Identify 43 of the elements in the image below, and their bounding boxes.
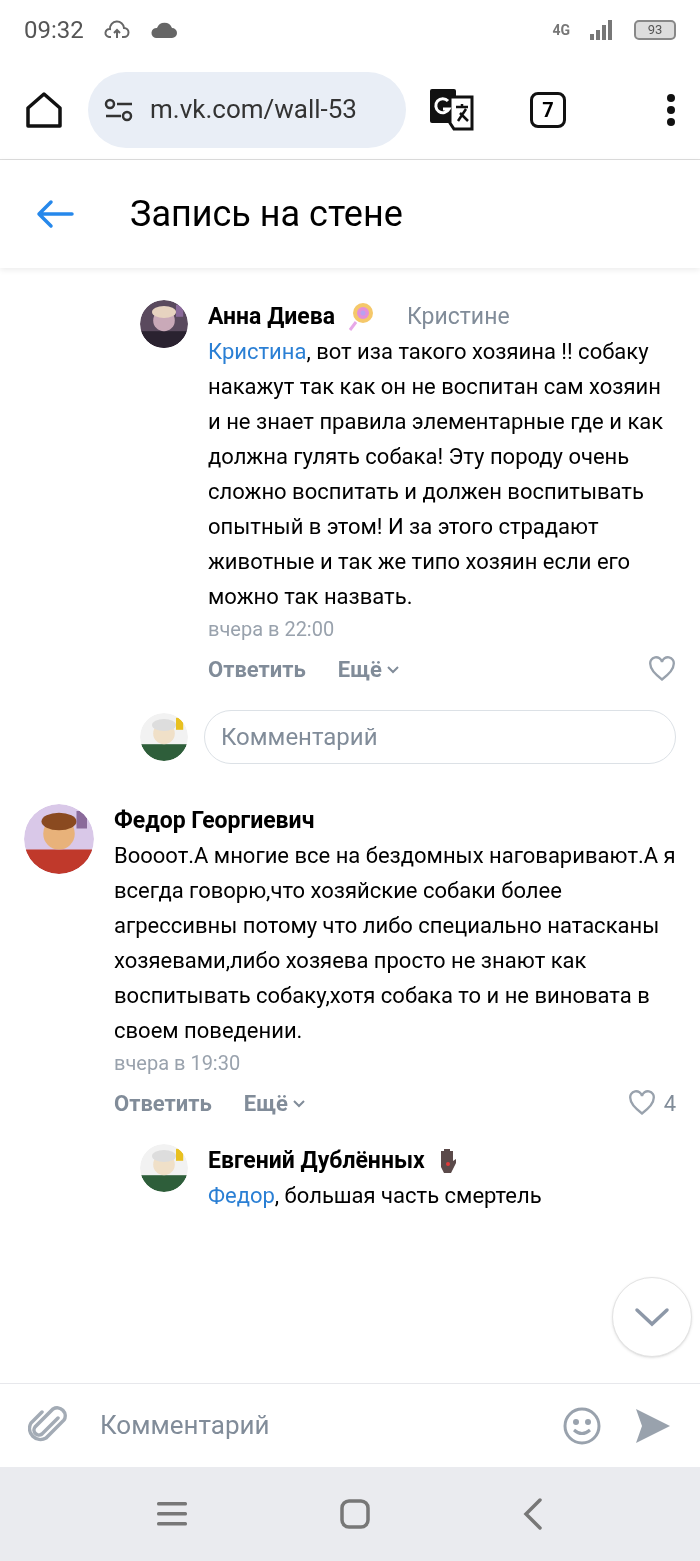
comment-time: вчера в 19:30: [114, 1050, 242, 1077]
tab-counter[interactable]: 7: [530, 91, 566, 128]
network-label: 4G: [552, 20, 570, 40]
author-name[interactable]: Евгений Дублённых: [208, 1143, 425, 1179]
comment-text: Федор, большая часть смертель: [208, 1182, 543, 1210]
url-text: m.vk.com/wall-53: [150, 93, 357, 126]
reply-link[interactable]: Ответить: [114, 1086, 212, 1120]
clock: 09:32: [24, 15, 84, 46]
caret-icon: [385, 664, 400, 674]
author-name[interactable]: Анна Диева: [208, 299, 336, 335]
cloud-icon: [149, 21, 178, 39]
comment-field[interactable]: Комментарий: [100, 1406, 530, 1445]
site-settings-icon: [104, 96, 134, 123]
translate-icon[interactable]: [430, 88, 474, 131]
comment-text: Кристина, вот иза такого хозяина !! собаку накажут так как он не воспитан сам хозяин и не знает правила элементарные где и как должна гулять собака! Эту породу очень сложно воспитать и должен воспитывать опытный в этом! И за этого страдают животные и так же типо хозяин если его можно так назвать.: [208, 338, 665, 611]
lollipop-icon: [347, 302, 376, 332]
signal-icon: [590, 20, 614, 40]
author-name[interactable]: Федор Георгиевич: [114, 803, 315, 839]
mention-link[interactable]: Кристина: [208, 339, 307, 364]
cloud-upload-icon: [103, 20, 130, 40]
back-icon[interactable]: [523, 1498, 544, 1530]
more-menu[interactable]: Ещё: [243, 1086, 306, 1120]
back-arrow-icon[interactable]: [36, 199, 74, 229]
comment-time: вчера в 22:00: [208, 616, 336, 643]
reply-link[interactable]: Ответить: [208, 652, 306, 686]
like-count: 4: [663, 1089, 676, 1118]
home-button-icon[interactable]: [340, 1499, 370, 1529]
send-icon[interactable]: [634, 1406, 672, 1445]
reply-to-name: Кристине: [407, 301, 510, 332]
address-bar[interactable]: m.vk.com/wall-53: [88, 71, 406, 148]
mention-link[interactable]: Федор: [208, 1183, 275, 1208]
menu-icon[interactable]: [666, 92, 676, 127]
smiley-icon[interactable]: [562, 1405, 602, 1446]
page-title: Запись на стене: [130, 192, 403, 237]
more-menu[interactable]: Ещё: [337, 652, 400, 686]
caret-icon: [291, 1098, 306, 1108]
chevron-down-icon: [634, 1307, 670, 1327]
comment-text: Воооот.А многие все на бездомных наговаривают.А я всегда говорю,что хозяйские собаки более агрессивны потому что либо специально натасканы хозяевами,либо хозяева просто не знают как воспитывать собаку,хотя собака то и не виновата в своем поведении.: [114, 842, 676, 1045]
battery-indicator: 93: [634, 20, 676, 40]
home-icon[interactable]: [24, 90, 64, 129]
recent-apps-icon[interactable]: [156, 1502, 187, 1526]
heart-icon[interactable]: [648, 656, 676, 682]
heart-icon[interactable]: [627, 1090, 656, 1116]
